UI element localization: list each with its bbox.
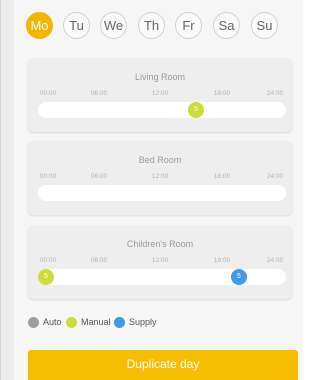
time-tick: 18:00 xyxy=(213,90,231,97)
manual-dot-icon xyxy=(66,317,77,328)
room-title: Living Room xyxy=(134,72,186,82)
supply-dot-icon xyxy=(114,317,125,328)
time-tick: 12:00 xyxy=(151,173,169,180)
time-tick: 12:00 xyxy=(151,257,169,264)
time-tick: 24:00 xyxy=(266,90,284,97)
day-selector: Mo Tu We Th Fr Sa Su xyxy=(14,0,303,48)
time-tick: 24:00 xyxy=(266,257,284,264)
time-axis: 00:00 06:00 12:00 18:00 24:00 xyxy=(28,90,292,100)
room-card-living-room: Living Room 00:00 06:00 12:00 18:00 24:0… xyxy=(28,58,292,132)
schedule-marker-manual[interactable]: 5 xyxy=(38,269,54,285)
time-tick: 00:00 xyxy=(39,257,57,264)
day-we[interactable]: We xyxy=(100,12,127,39)
time-tick: 00:00 xyxy=(39,90,57,97)
schedule-marker-supply[interactable]: 5 xyxy=(231,269,247,285)
day-th[interactable]: Th xyxy=(138,12,165,39)
day-sa[interactable]: Sa xyxy=(213,12,240,39)
time-tick: 18:00 xyxy=(213,257,231,264)
room-title: Children's Room xyxy=(126,239,194,249)
time-tick: 06:00 xyxy=(90,257,108,264)
time-tick: 00:00 xyxy=(39,173,57,180)
day-fr[interactable]: Fr xyxy=(175,12,202,39)
time-axis: 00:00 06:00 12:00 18:00 24:00 xyxy=(28,173,292,183)
auto-dot-icon xyxy=(28,317,39,328)
time-axis: 00:00 06:00 12:00 18:00 24:00 xyxy=(28,257,292,267)
room-title: Bed Room xyxy=(138,155,182,165)
time-tick: 06:00 xyxy=(90,173,108,180)
time-tick: 24:00 xyxy=(266,173,284,180)
time-tick: 12:00 xyxy=(151,90,169,97)
room-card-childrens-room: Children's Room 00:00 06:00 12:00 18:00 … xyxy=(28,225,292,299)
schedule-track[interactable]: 55 xyxy=(38,269,286,285)
schedule-marker-manual[interactable]: 5 xyxy=(188,102,204,118)
legend-label: Auto xyxy=(43,317,62,327)
day-tu[interactable]: Tu xyxy=(63,12,90,39)
duplicate-day-button[interactable]: Duplicate day xyxy=(28,350,298,380)
day-mo[interactable]: Mo xyxy=(26,12,53,39)
time-tick: 18:00 xyxy=(213,173,231,180)
time-tick: 06:00 xyxy=(90,90,108,97)
day-su[interactable]: Su xyxy=(251,12,278,39)
legend-label: Manual xyxy=(81,317,111,327)
legend-label: Supply xyxy=(129,317,157,327)
schedule-track[interactable]: 5 xyxy=(38,102,286,118)
room-card-bed-room: Bed Room 00:00 06:00 12:00 18:00 24:00 xyxy=(28,141,292,215)
schedule-track[interactable] xyxy=(38,185,286,201)
